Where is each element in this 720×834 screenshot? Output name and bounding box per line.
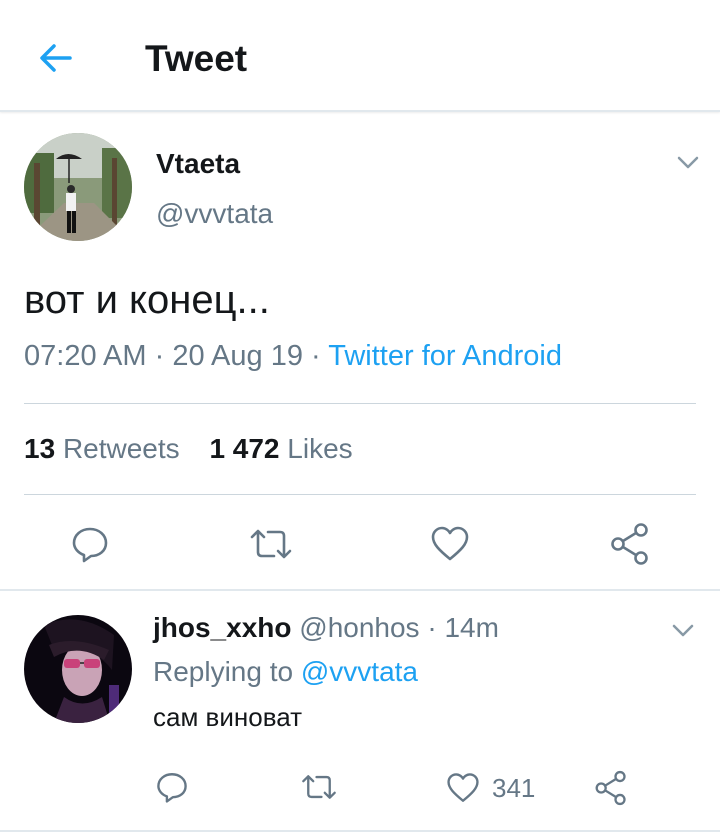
reply-like-count: 341 xyxy=(492,773,536,803)
replying-to-prefix: Replying to xyxy=(153,656,294,687)
retweets-count: 13 xyxy=(24,433,56,464)
reply-dot: · xyxy=(427,612,437,643)
meta-dot: · xyxy=(154,340,165,372)
section-separator xyxy=(0,830,720,832)
reply-button[interactable] xyxy=(70,524,110,569)
reply-icon xyxy=(157,773,187,803)
reply-author-avatar[interactable] xyxy=(24,615,132,723)
reply-author-name[interactable]: jhos_xxho xyxy=(153,612,291,643)
reply-reply-button[interactable] xyxy=(155,770,189,809)
retweets-stat[interactable]: 13 Retweets xyxy=(24,433,180,464)
author-name[interactable]: Vtaeta xyxy=(156,148,240,180)
reply-like-button[interactable] xyxy=(446,771,480,810)
reply-retweet-button[interactable] xyxy=(300,770,338,809)
tweet-time: 07:20 AM xyxy=(24,340,147,372)
reply-timestamp: 14m xyxy=(444,612,499,643)
reply-menu-button[interactable] xyxy=(670,620,696,645)
reply-header: jhos_xxho @honhos · 14m xyxy=(153,612,499,644)
share-button[interactable] xyxy=(610,522,650,571)
retweet-icon xyxy=(302,775,336,799)
author-handle[interactable]: @vvvtata xyxy=(156,198,273,230)
tweet-menu-button[interactable] xyxy=(675,152,701,177)
top-bar: Tweet xyxy=(0,0,720,112)
author-avatar[interactable] xyxy=(24,133,132,241)
retweet-button[interactable] xyxy=(248,524,294,569)
reply-share-button[interactable] xyxy=(594,770,628,811)
tweet-source-link[interactable]: Twitter for Android xyxy=(328,340,562,372)
likes-label: Likes xyxy=(287,433,353,464)
replying-to: Replying to @vvvtata xyxy=(153,656,418,688)
heart-icon xyxy=(431,526,469,561)
meta-dot: · xyxy=(311,340,321,372)
likes-count: 1 472 xyxy=(209,433,280,464)
chevron-down-icon xyxy=(672,624,694,637)
back-button[interactable] xyxy=(36,38,76,78)
section-separator xyxy=(0,589,720,591)
tweet-meta: 07:20 AM · 20 Aug 19 · Twitter for Andro… xyxy=(24,340,562,373)
like-button[interactable] xyxy=(430,524,470,569)
tweet-stats: 13 Retweets 1 472 Likes xyxy=(24,433,353,465)
retweets-label: Retweets xyxy=(62,433,180,464)
divider xyxy=(24,494,696,495)
reply-icon xyxy=(72,527,108,563)
retweet-icon xyxy=(250,529,292,559)
share-icon xyxy=(595,770,626,806)
share-icon xyxy=(611,523,648,565)
tweet-text: вот и конец... xyxy=(24,278,270,322)
chevron-down-icon xyxy=(677,156,699,169)
likes-stat[interactable]: 1 472 Likes xyxy=(209,433,352,464)
arrow-left-icon xyxy=(40,44,72,72)
replying-to-handle[interactable]: @vvvtata xyxy=(301,656,418,687)
reply-text: сам виноват xyxy=(153,702,303,732)
reply-author-handle[interactable]: @honhos xyxy=(299,612,419,643)
tweet-date: 20 Aug 19 xyxy=(172,340,303,372)
divider xyxy=(24,403,696,404)
page-title: Tweet xyxy=(145,38,248,79)
heart-icon xyxy=(447,773,479,802)
